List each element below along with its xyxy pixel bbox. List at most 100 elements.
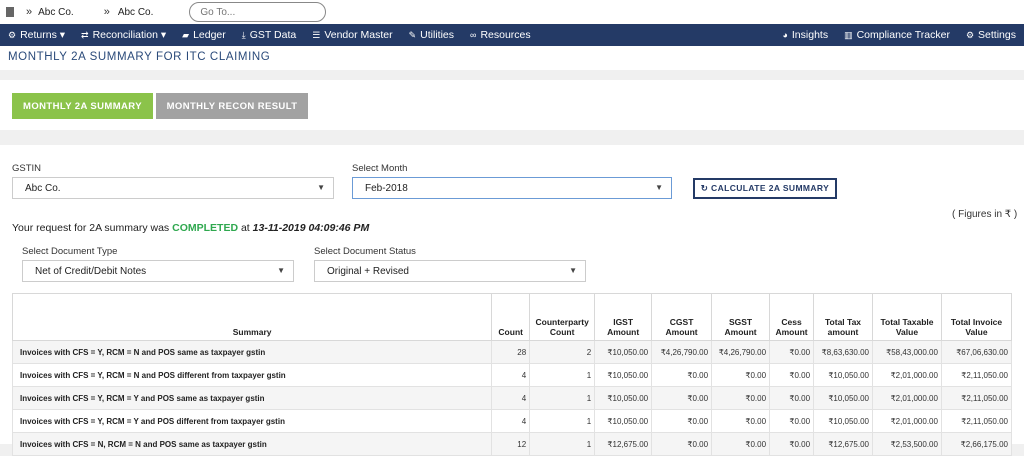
calculate-2a-summary-button[interactable]: ↻ CALCULATE 2A SUMMARY — [693, 178, 837, 199]
nav-gst-data[interactable]: ⤓ GST Data — [234, 24, 304, 46]
table-cell: ₹10,050.00 — [813, 363, 873, 387]
breadcrumb-item[interactable]: » Abc Co. — [26, 6, 74, 18]
col-header: SGST Amount — [711, 293, 771, 341]
nav-settings[interactable]: ⚙ Settings — [958, 24, 1024, 46]
table-cell: 2 — [529, 340, 596, 364]
goto-search-input[interactable] — [189, 2, 327, 22]
chevron-down-icon: ▼ — [317, 183, 325, 192]
table-cell: ₹4,26,790.00 — [651, 340, 713, 364]
table-row[interactable]: Invoices with CFS = Y, RCM = N and POS s… — [11, 340, 1013, 364]
gstin-select[interactable]: Abc Co. ▼ — [12, 177, 334, 199]
table-cell: ₹2,11,050.00 — [940, 409, 1013, 433]
table-cell: Invoices with CFS = Y, RCM = Y and POS d… — [11, 409, 493, 433]
nav-compliance-tracker[interactable]: ▥ Compliance Tracker — [836, 24, 958, 46]
nav-label: Reconciliation ▾ — [92, 29, 167, 41]
chevron-down-icon: ▼ — [655, 183, 663, 192]
table-cell: ₹2,01,000.00 — [872, 386, 942, 410]
gear-icon: ⚙ — [965, 29, 975, 40]
nav-utilities[interactable]: ✎ Utilities — [401, 24, 462, 46]
table-cell: ₹0.00 — [711, 432, 771, 456]
nav-ledger[interactable]: ▰ Ledger — [174, 24, 234, 46]
nav-right-group: ◕ Insights ▥ Compliance Tracker ⚙ Settings — [774, 24, 1024, 46]
month-label: Select Month — [352, 163, 408, 174]
table-row[interactable]: Invoices with CFS = Y, RCM = Y and POS d… — [11, 409, 1013, 433]
doc-type-value: Net of Credit/Debit Notes — [35, 266, 147, 277]
table-cell: 1 — [529, 432, 596, 456]
doc-status-select[interactable]: Original + Revised ▼ — [314, 260, 586, 282]
nav-resources[interactable]: ∞ Resources — [462, 24, 539, 46]
table-cell: Invoices with CFS = Y, RCM = N and POS d… — [11, 363, 493, 387]
doc-type-select[interactable]: Net of Credit/Debit Notes ▼ — [22, 260, 294, 282]
table-cell: ₹4,26,790.00 — [711, 340, 771, 364]
table-cell: ₹2,01,000.00 — [872, 363, 942, 387]
table-cell: ₹10,050.00 — [594, 363, 653, 387]
table-cell: ₹10,050.00 — [813, 409, 873, 433]
col-header: Cess Amount — [769, 293, 815, 341]
col-header: Count — [491, 293, 531, 341]
table-cell: ₹0.00 — [769, 340, 815, 364]
building-icon — [6, 7, 14, 17]
tab-monthly-recon-result[interactable]: MONTHLY RECON RESULT — [156, 93, 308, 119]
double-chevron-right-icon: » — [103, 6, 110, 18]
table-cell: ₹0.00 — [651, 432, 713, 456]
table-cell: 28 — [491, 340, 531, 364]
breadcrumb-label: Abc Co. — [38, 6, 74, 18]
nav-label: Ledger — [193, 29, 226, 41]
table-cell: ₹10,050.00 — [594, 340, 653, 364]
table-row[interactable]: Invoices with CFS = Y, RCM = Y and POS s… — [11, 386, 1013, 410]
table-cell: ₹10,050.00 — [594, 409, 653, 433]
nav-label: Vendor Master — [324, 29, 393, 41]
request-at: at — [240, 222, 250, 234]
chevron-down-icon: ▼ — [569, 266, 577, 275]
bar-chart-icon: ▥ — [844, 29, 853, 40]
nav-reconciliation[interactable]: ⇄ Reconciliation ▾ — [73, 24, 174, 46]
nav-insights[interactable]: ◕ Insights — [774, 24, 836, 46]
table-cell: ₹12,675.00 — [813, 432, 873, 456]
book-icon: ▰ — [182, 29, 190, 40]
table-cell: ₹0.00 — [769, 432, 815, 456]
nav-label: Utilities — [420, 29, 455, 41]
col-header: Summary — [11, 293, 493, 341]
table-cell: ₹0.00 — [651, 386, 713, 410]
nav-vendor-master[interactable]: ☰ Vendor Master — [304, 24, 400, 46]
tab-monthly-2a-summary[interactable]: MONTHLY 2A SUMMARY — [12, 93, 153, 119]
request-status: Your request for 2A summary was COMPLETE… — [12, 222, 369, 234]
table-cell: 1 — [529, 409, 596, 433]
gear-icon: ⚙ — [8, 29, 17, 40]
request-prefix: Your request for 2A summary was — [12, 222, 170, 234]
figures-note: ( Figures in ₹ ) — [952, 209, 1018, 220]
table-cell: 12 — [491, 432, 531, 456]
table-row[interactable]: Invoices with CFS = N, RCM = N and POS s… — [11, 432, 1013, 456]
nav-label: Returns ▾ — [20, 29, 66, 41]
table-cell: 4 — [491, 363, 531, 387]
col-header: Total Invoice Value — [940, 293, 1013, 341]
col-header: Total Taxable Value — [872, 293, 942, 341]
gstin-value: Abc Co. — [25, 183, 61, 194]
request-timestamp: 13-11-2019 04:09:46 PM — [252, 222, 370, 234]
table-cell: ₹2,66,175.00 — [940, 432, 1013, 456]
table-cell: Invoices with CFS = N, RCM = N and POS s… — [11, 432, 493, 456]
table-cell: ₹10,050.00 — [594, 386, 653, 410]
doc-status-value: Original + Revised — [327, 266, 409, 277]
table-cell: Invoices with CFS = Y, RCM = N and POS s… — [11, 340, 493, 364]
nav-label: Resources — [480, 29, 531, 41]
table-row[interactable]: Invoices with CFS = Y, RCM = N and POS d… — [11, 363, 1013, 387]
page-title: MONTHLY 2A SUMMARY FOR ITC CLAIMING — [8, 51, 271, 63]
summary-table: Summary Count Counterparty Count IGST Am… — [11, 293, 1013, 456]
pie-chart-icon: ◕ — [782, 30, 788, 40]
nav-returns[interactable]: ⚙ Returns ▾ — [0, 24, 73, 46]
chevron-down-icon: ▼ — [277, 266, 285, 275]
table-cell: Invoices with CFS = Y, RCM = Y and POS s… — [11, 386, 493, 410]
nav-label: Settings — [978, 29, 1016, 41]
database-icon: ☰ — [312, 29, 321, 40]
month-select[interactable]: Feb-2018 ▼ — [352, 177, 672, 199]
table-cell: ₹2,53,500.00 — [872, 432, 942, 456]
table-cell: 4 — [491, 409, 531, 433]
double-chevron-right-icon: » — [26, 6, 33, 18]
breadcrumb-item[interactable]: » Abc Co. — [104, 6, 154, 18]
breadcrumb-label: Abc Co. — [117, 6, 154, 18]
table-cell: ₹0.00 — [711, 386, 771, 410]
doc-status-label: Select Document Status — [314, 246, 416, 257]
nav-label: Insights — [791, 29, 829, 41]
summary-panel: GSTIN Abc Co. ▼ Select Month Feb-2018 ▼ … — [0, 145, 1024, 456]
